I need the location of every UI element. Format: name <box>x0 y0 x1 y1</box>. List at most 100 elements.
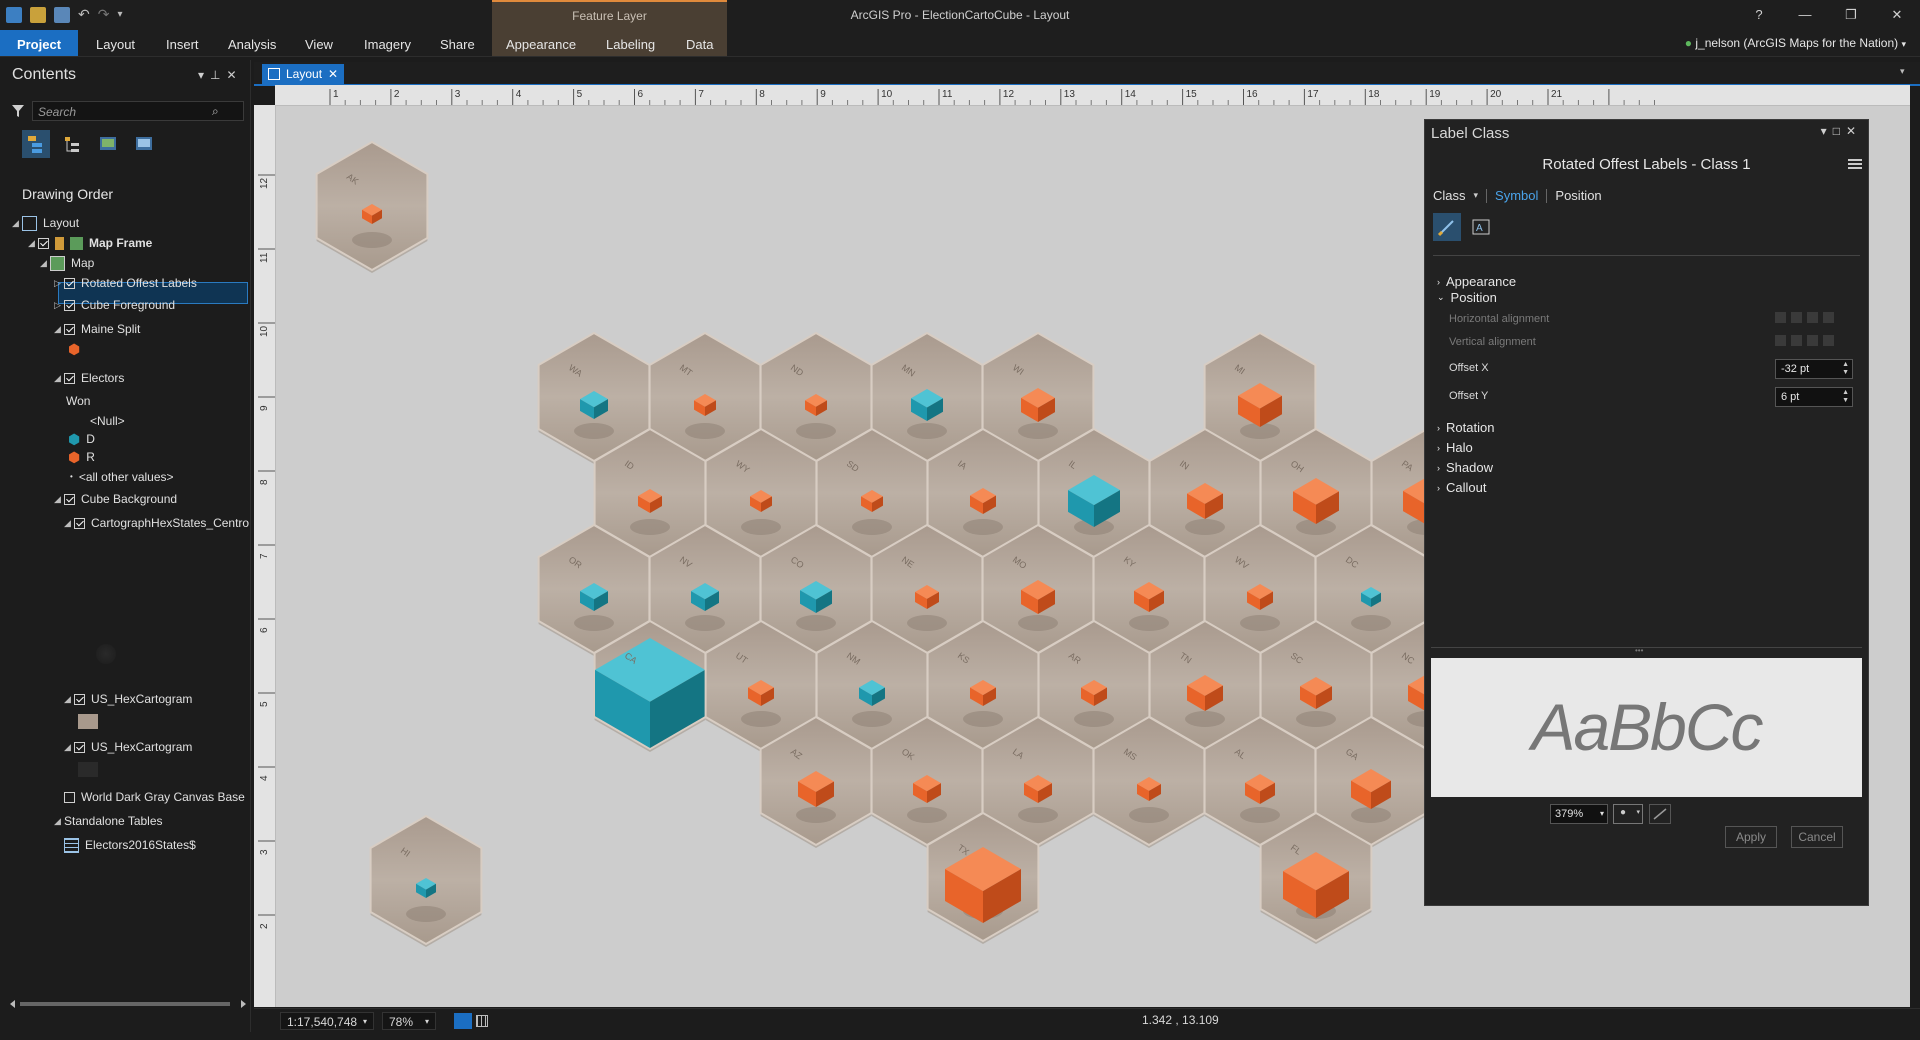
collapse-icon[interactable]: ◢ <box>28 232 38 254</box>
tab-list-icon[interactable]: ▾ <box>1900 66 1905 77</box>
collapse-icon[interactable]: ◢ <box>54 488 64 510</box>
tab-data[interactable]: Data <box>674 30 725 56</box>
tree-item-cartograph-centroids[interactable]: ◢ CartographHexStates_Centro <box>64 512 249 534</box>
visibility-checkbox[interactable] <box>74 517 85 529</box>
legend-null[interactable]: <Null> <box>90 410 125 432</box>
preview-background-button[interactable]: ● ▾ <box>1613 804 1643 824</box>
lock-icon[interactable] <box>55 236 64 250</box>
section-appearance[interactable]: › Appearance <box>1437 274 1516 289</box>
collapse-icon[interactable]: ◢ <box>40 252 50 274</box>
tree-item-map[interactable]: ◢ Map <box>40 252 94 274</box>
hexagon-symbol-icon[interactable]: ⬢ <box>68 341 80 358</box>
section-halo[interactable]: › Halo <box>1437 440 1473 455</box>
cancel-button[interactable]: Cancel <box>1791 826 1843 848</box>
grid-toggle-button[interactable] <box>476 1015 488 1027</box>
maximize-icon[interactable]: □ <box>1833 124 1846 138</box>
redo-icon[interactable]: ↷ <box>98 6 110 23</box>
collapse-icon[interactable]: ◢ <box>64 736 74 758</box>
section-callout[interactable]: › Callout <box>1437 480 1486 495</box>
visibility-checkbox[interactable] <box>74 693 85 705</box>
save-icon[interactable] <box>54 6 70 23</box>
subtab-symbol[interactable]: Symbol <box>1495 188 1538 203</box>
visibility-checkbox[interactable] <box>64 493 75 505</box>
align-top-icon[interactable] <box>1775 335 1786 346</box>
align-center-icon[interactable] <box>1791 312 1802 323</box>
tree-item-standalone-tables[interactable]: ◢ Standalone Tables <box>54 810 163 832</box>
open-project-icon[interactable] <box>30 6 46 23</box>
tree-item-cube-background[interactable]: ◢ Cube Background <box>54 488 177 510</box>
preview-settings-button[interactable] <box>1649 804 1671 824</box>
close-icon[interactable]: ✕ <box>1846 124 1862 138</box>
align-justify-icon[interactable] <box>1823 312 1834 323</box>
pane-menu-icon[interactable]: ▾ <box>198 68 210 82</box>
undo-icon[interactable]: ↶ <box>78 6 90 23</box>
visibility-checkbox[interactable] <box>64 372 75 384</box>
minimize-button[interactable]: — <box>1782 0 1828 30</box>
tab-layout[interactable]: Layout <box>84 30 147 56</box>
spinner-icon[interactable]: ▲ ▼ <box>1842 389 1849 405</box>
legend-all-other[interactable]: • <all other values> <box>70 466 174 488</box>
visibility-checkbox[interactable] <box>64 277 75 289</box>
collapse-icon[interactable]: ◢ <box>64 688 74 710</box>
tree-item-electors[interactable]: ◢ Electors <box>54 367 124 389</box>
restore-button[interactable]: ❐ <box>1828 0 1874 30</box>
section-shadow[interactable]: › Shadow <box>1437 460 1493 475</box>
text-properties-button[interactable]: A <box>1467 213 1495 241</box>
visibility-checkbox[interactable] <box>64 299 75 311</box>
customize-qat-icon[interactable]: ▾ <box>117 9 122 20</box>
align-right-icon[interactable] <box>1807 312 1818 323</box>
tab-project[interactable]: Project <box>0 30 78 56</box>
close-icon[interactable]: ✕ <box>328 64 338 84</box>
visibility-checkbox[interactable] <box>38 237 49 249</box>
visibility-checkbox[interactable] <box>64 791 75 803</box>
collapse-icon[interactable]: ◢ <box>54 318 64 340</box>
align-baseline-icon[interactable] <box>1807 335 1818 346</box>
chevron-down-icon[interactable]: ▾ <box>1474 190 1479 201</box>
hamburger-menu-icon[interactable] <box>1848 157 1862 171</box>
tree-item-hex-cartogram-2[interactable]: ◢ US_HexCartogram <box>64 736 192 758</box>
offset-y-input[interactable]: 6 pt ▲ ▼ <box>1775 387 1853 407</box>
expand-icon[interactable]: ▷ <box>54 294 64 316</box>
state-hex-hi[interactable]: HI <box>369 814 483 947</box>
tree-item-cube-foreground[interactable]: ▷ Cube Foreground <box>54 294 175 316</box>
close-icon[interactable]: ✕ <box>226 68 242 82</box>
search-icon[interactable]: ⌕ <box>212 104 219 119</box>
expand-icon[interactable]: ▷ <box>54 272 64 294</box>
preview-zoom-select[interactable]: 379% ▾ <box>1550 804 1608 824</box>
tree-item-rotated-offset-labels[interactable]: ▷ Rotated Offest Labels <box>54 272 197 294</box>
tab-insert[interactable]: Insert <box>154 30 211 56</box>
hexagon-symbol-icon[interactable]: ⬢ <box>68 446 80 468</box>
spinner-icon[interactable]: ▲ ▼ <box>1842 361 1849 377</box>
pane-menu-icon[interactable]: ▾ <box>1821 124 1833 138</box>
tree-item-electors-table[interactable]: Electors2016States$ <box>64 834 196 856</box>
list-by-drawing-order-button[interactable] <box>22 130 50 158</box>
section-rotation[interactable]: › Rotation <box>1437 420 1494 435</box>
align-middle-icon[interactable] <box>1791 335 1802 346</box>
zoom-field[interactable]: 78% ▾ <box>382 1012 436 1030</box>
filter-icon[interactable] <box>12 105 24 117</box>
list-by-editing-button[interactable] <box>130 130 158 158</box>
state-hex-ak[interactable]: AK <box>315 140 429 273</box>
centroid-symbol-icon[interactable] <box>96 644 116 664</box>
symbol-properties-button[interactable] <box>1433 213 1461 241</box>
tab-analysis[interactable]: Analysis <box>216 30 288 56</box>
tab-imagery[interactable]: Imagery <box>352 30 423 56</box>
tree-item-layout[interactable]: ◢ Layout <box>12 212 79 234</box>
horizontal-scrollbar[interactable] <box>8 998 248 1010</box>
help-button[interactable]: ? <box>1736 0 1782 30</box>
tab-share[interactable]: Share <box>428 30 487 56</box>
tree-item-hex-cartogram-1[interactable]: ◢ US_HexCartogram <box>64 688 192 710</box>
apply-button[interactable]: Apply <box>1725 826 1777 848</box>
collapse-icon[interactable]: ◢ <box>54 367 64 389</box>
tab-labeling[interactable]: Labeling <box>594 30 667 56</box>
list-by-source-button[interactable] <box>58 130 86 158</box>
splitter-grip-icon[interactable]: ••• <box>1635 647 1655 655</box>
pin-icon[interactable]: ⊥ <box>210 68 226 82</box>
collapse-icon[interactable]: ◢ <box>54 810 64 832</box>
close-button[interactable]: ✕ <box>1874 0 1920 30</box>
subtab-class[interactable]: Class <box>1433 188 1466 203</box>
align-bottom-icon[interactable] <box>1823 335 1834 346</box>
section-position[interactable]: ⌄ Position <box>1437 290 1497 305</box>
splitter[interactable] <box>1431 647 1862 648</box>
tree-item-map-frame[interactable]: ◢ Map Frame <box>28 232 152 254</box>
